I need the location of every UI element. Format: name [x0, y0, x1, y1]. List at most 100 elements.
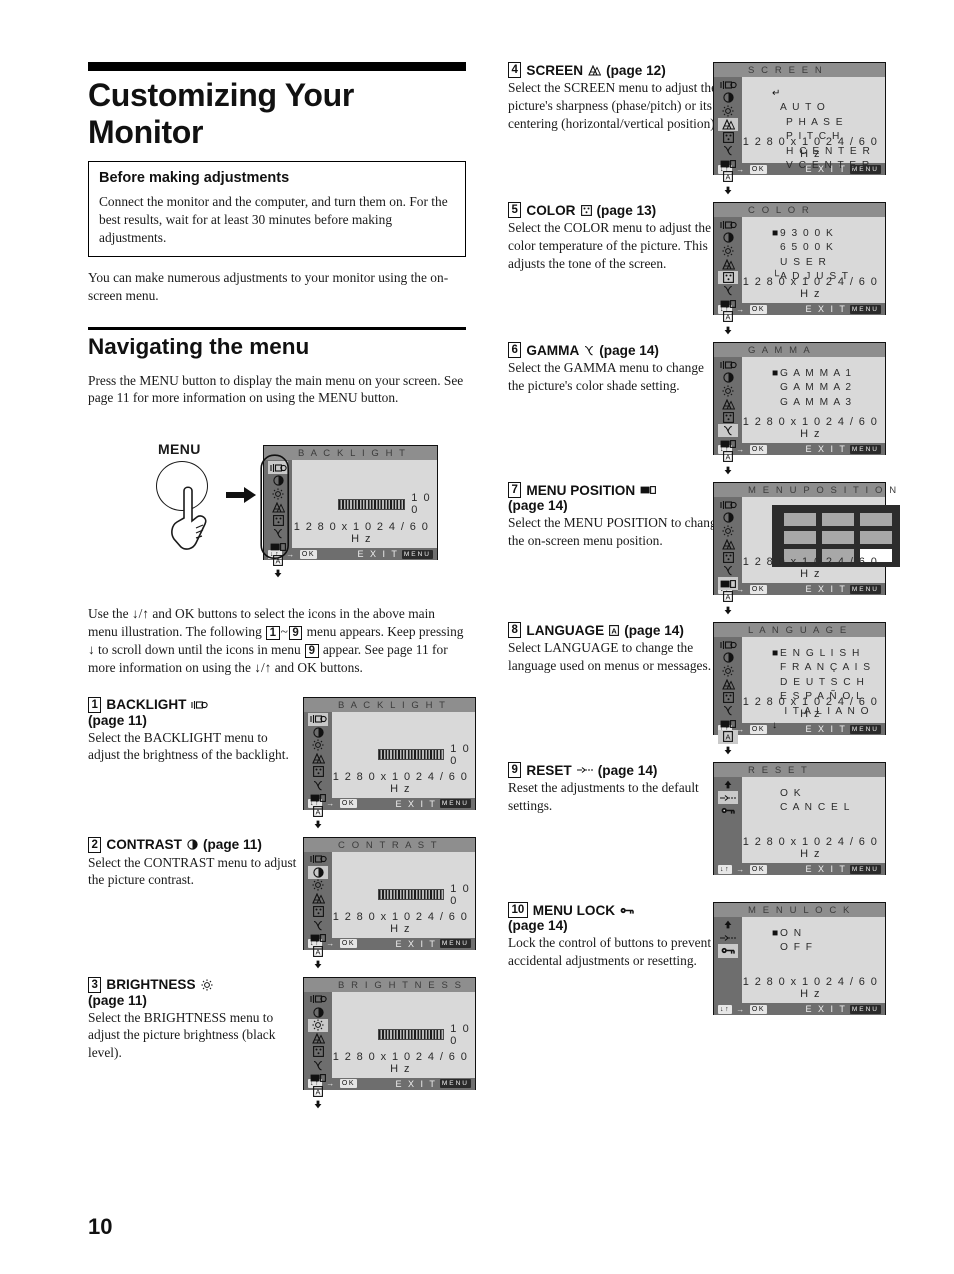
rail-brightness-icon[interactable]	[718, 244, 738, 257]
rail-brightness-icon[interactable]	[718, 104, 738, 117]
rail-contrast-icon[interactable]	[718, 371, 738, 384]
rail-scroll-down-icon[interactable]	[718, 184, 738, 197]
osd-option[interactable]: G A M M A 2	[772, 381, 853, 395]
ok-chip[interactable]: OK	[749, 724, 768, 734]
rail-scroll-down-icon[interactable]	[268, 567, 288, 580]
rail-backlight-icon[interactable]	[308, 712, 328, 726]
ok-chip[interactable]: OK	[339, 799, 358, 808]
rail-menu-position-icon[interactable]	[718, 437, 738, 450]
osd-option[interactable]: ■G A M M A 1	[772, 367, 853, 381]
rail-color-icon[interactable]	[308, 1045, 328, 1058]
osd-option[interactable]: ■9 3 0 0 K	[772, 227, 850, 241]
menu-position-cell[interactable]	[784, 513, 816, 526]
rail-scroll-down-icon[interactable]	[718, 324, 738, 337]
rail-scroll-down-icon[interactable]	[718, 744, 738, 757]
rail-language-icon[interactable]: A	[718, 450, 738, 463]
rail-color-icon[interactable]	[718, 551, 738, 564]
rail-contrast-icon[interactable]	[718, 231, 738, 244]
rail-language-icon[interactable]: A	[718, 730, 738, 744]
osd-option-list[interactable]: ■O NO F F	[772, 927, 814, 956]
ok-chip[interactable]: OK	[749, 1004, 768, 1014]
rail-gamma-icon[interactable]	[308, 778, 328, 791]
osd-slider[interactable]: 1 0 0	[378, 1023, 476, 1047]
rail-gamma-icon[interactable]	[308, 918, 328, 931]
rail-menu-position-icon[interactable]	[308, 1072, 328, 1085]
rail-contrast-icon[interactable]	[718, 91, 738, 104]
osd-icon-rail[interactable]: A	[714, 357, 742, 474]
osd-icon-rail[interactable]: A	[304, 991, 332, 1109]
osd-option-list[interactable]: ■E N G L I S HF R A N Ç A I SD E U T S C…	[772, 647, 872, 734]
rail-backlight-icon[interactable]	[718, 358, 738, 371]
item-page-ref[interactable]: (page 13)	[597, 203, 657, 218]
rail-reset-icon[interactable]	[718, 791, 738, 805]
rail-language-icon[interactable]: A	[308, 945, 328, 958]
rail-screen-icon[interactable]	[718, 117, 738, 131]
menu-chip[interactable]: MENU	[849, 864, 881, 874]
rail-backlight-icon[interactable]	[718, 638, 738, 651]
rail-contrast-icon[interactable]	[718, 651, 738, 664]
rail-menu-position-icon[interactable]	[718, 717, 738, 730]
ok-chip[interactable]: OK	[749, 304, 768, 314]
rail-scroll-up-icon[interactable]	[718, 918, 738, 931]
menu-chip[interactable]: MENU	[439, 1079, 471, 1088]
osd-icon-rail[interactable]	[714, 917, 742, 1003]
osd-option[interactable]: C A N C E L	[772, 801, 851, 815]
osd-option-list[interactable]: O K C A N C E L	[772, 787, 851, 816]
slider-bar[interactable]	[338, 498, 406, 510]
osd-icon-rail[interactable]: A	[714, 497, 742, 614]
rail-scroll-down-icon[interactable]	[718, 464, 738, 477]
osd-option[interactable]: ■E N G L I S H	[772, 647, 872, 661]
rail-color-icon[interactable]	[718, 691, 738, 704]
osd-option[interactable]: O K	[772, 787, 851, 801]
osd-option-list[interactable]: ↵ A U T OP H A S EP I T C HH C E N T E RV…	[772, 87, 871, 174]
rail-gamma-icon[interactable]	[718, 144, 738, 157]
rail-color-icon[interactable]	[308, 905, 328, 918]
osd-option[interactable]: 6 5 0 0 K	[772, 241, 850, 255]
osd-slider[interactable]: 1 0 0	[338, 492, 437, 516]
osd-icon-rail[interactable]	[714, 777, 742, 863]
rail-brightness-icon[interactable]	[268, 488, 288, 501]
rail-scroll-up-icon[interactable]	[718, 778, 738, 791]
osd-option[interactable]: ■O N	[772, 927, 814, 941]
ok-chip[interactable]: OK	[749, 584, 768, 594]
osd-icon-rail[interactable]: A	[264, 460, 292, 578]
rail-language-icon[interactable]: A	[718, 310, 738, 323]
rail-screen-icon[interactable]	[718, 398, 738, 411]
rail-language-icon[interactable]: A	[308, 1085, 328, 1098]
rail-menu-lock-icon[interactable]	[718, 944, 738, 958]
rail-menu-position-icon[interactable]	[718, 297, 738, 310]
osd-icon-rail[interactable]: A	[304, 711, 332, 829]
rail-screen-icon[interactable]	[308, 892, 328, 905]
ok-chip[interactable]: OK	[749, 864, 768, 874]
item-page-ref[interactable]: (page 11)	[88, 993, 303, 1008]
rail-screen-icon[interactable]	[308, 1032, 328, 1045]
ok-chip[interactable]: OK	[749, 164, 768, 174]
rail-backlight-icon[interactable]	[718, 78, 738, 91]
rail-color-icon[interactable]	[718, 131, 738, 144]
rail-screen-icon[interactable]	[718, 678, 738, 691]
osd-option[interactable]: G A M M A 3	[772, 396, 853, 410]
menu-chip[interactable]: MENU	[849, 304, 881, 314]
rail-screen-icon[interactable]	[308, 752, 328, 765]
osd-slider[interactable]: 1 0 0	[378, 883, 476, 907]
ok-chip[interactable]: OK	[339, 1079, 358, 1088]
rail-scroll-down-icon[interactable]	[308, 1098, 328, 1111]
rail-color-icon[interactable]	[308, 765, 328, 778]
osd-icon-rail[interactable]: A	[714, 77, 742, 194]
rail-scroll-down-icon[interactable]	[308, 818, 328, 831]
item-page-ref[interactable]: (page 14)	[624, 623, 684, 638]
rail-color-icon[interactable]	[268, 514, 288, 527]
rail-language-icon[interactable]: A	[268, 554, 288, 567]
item-page-ref[interactable]: (page 11)	[203, 837, 262, 852]
rail-contrast-icon[interactable]	[718, 511, 738, 524]
rail-gamma-icon[interactable]	[718, 564, 738, 577]
menu-chip[interactable]: MENU	[849, 1004, 881, 1014]
osd-option[interactable]: A U T O	[772, 101, 871, 115]
rail-backlight-icon[interactable]	[718, 218, 738, 231]
rail-backlight-icon[interactable]	[308, 853, 328, 866]
osd-icon-rail[interactable]: A	[304, 851, 332, 969]
rail-gamma-icon[interactable]	[718, 284, 738, 297]
rail-menu-position-icon[interactable]	[268, 540, 288, 553]
osd-option-list[interactable]: ■G A M M A 1G A M M A 2G A M M A 3	[772, 367, 853, 410]
osd-option[interactable]: P H A S E	[772, 116, 871, 130]
